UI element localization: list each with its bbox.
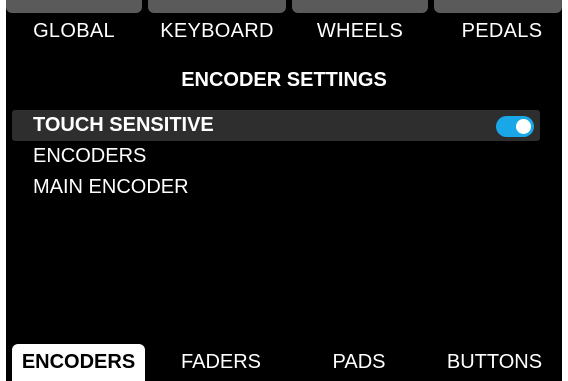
menu-item-encoders[interactable]: ENCODERS bbox=[12, 141, 540, 172]
tab-cap bbox=[292, 0, 428, 13]
tab-label: GLOBAL bbox=[33, 20, 115, 42]
tab-cap bbox=[6, 0, 142, 13]
tab-pedals[interactable]: PEDALS bbox=[434, 0, 562, 48]
menu-item-label: TOUCH SENSITIVE bbox=[33, 114, 214, 136]
tab-pads[interactable]: PADS bbox=[291, 344, 427, 381]
top-tab-bar: GLOBAL KEYBOARD WHEELS PEDALS bbox=[6, 0, 562, 48]
tab-faders[interactable]: FADERS bbox=[151, 344, 291, 381]
settings-menu: TOUCH SENSITIVE ENCODERS MAIN ENCODER bbox=[12, 110, 540, 203]
tab-encoders[interactable]: ENCODERS bbox=[12, 344, 145, 381]
menu-item-label: MAIN ENCODER bbox=[33, 176, 189, 198]
tab-cap bbox=[434, 0, 562, 13]
tab-global[interactable]: GLOBAL bbox=[6, 0, 142, 48]
tab-label: WHEELS bbox=[316, 20, 404, 42]
tab-cap bbox=[148, 0, 286, 13]
toggle-switch-icon[interactable] bbox=[496, 116, 534, 137]
tab-buttons[interactable]: BUTTONS bbox=[427, 344, 562, 381]
bottom-tab-bar: ENCODERS FADERS PADS BUTTONS bbox=[6, 344, 562, 381]
tab-label: PEDALS bbox=[461, 20, 543, 42]
settings-screen: GLOBAL KEYBOARD WHEELS PEDALS ENCODER SE… bbox=[6, 0, 562, 381]
menu-item-touch-sensitive[interactable]: TOUCH SENSITIVE bbox=[12, 110, 540, 141]
menu-item-label: ENCODERS bbox=[33, 145, 147, 167]
tab-keyboard[interactable]: KEYBOARD bbox=[148, 0, 286, 48]
tab-label: KEYBOARD bbox=[160, 20, 274, 42]
tab-wheels[interactable]: WHEELS bbox=[292, 0, 428, 48]
menu-item-main-encoder[interactable]: MAIN ENCODER bbox=[12, 172, 540, 203]
page-title: ENCODER SETTINGS bbox=[181, 69, 387, 91]
toggle-knob bbox=[516, 119, 531, 134]
